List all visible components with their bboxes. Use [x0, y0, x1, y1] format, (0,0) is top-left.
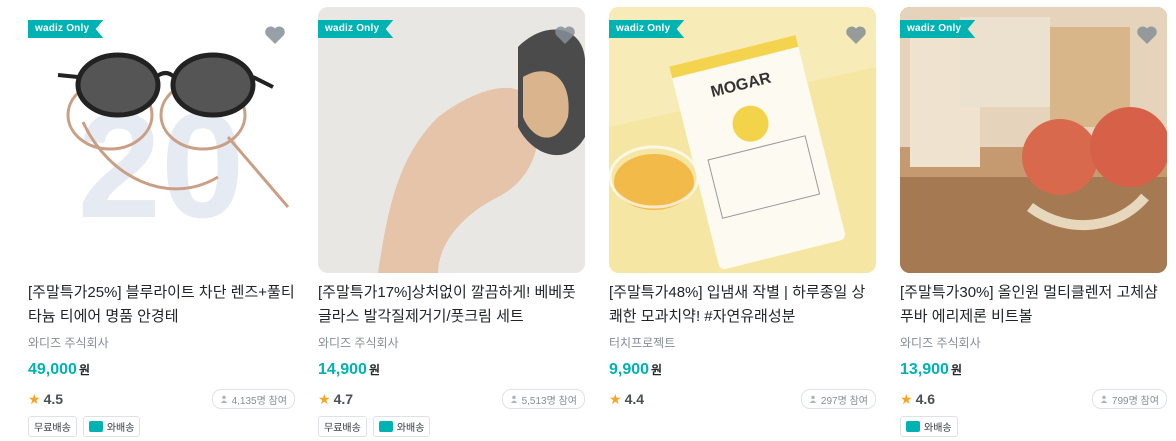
maker-name[interactable]: 와디즈 주식회사: [900, 335, 1167, 351]
currency: 원: [950, 363, 962, 377]
participant-count: 5,513명 참여: [501, 389, 585, 409]
participant-text: 297명 참여: [820, 395, 868, 407]
rating-value: 4.5: [43, 391, 64, 407]
meta-row: ★ 4.5 4,135명 참여: [28, 389, 295, 409]
meta-row: ★ 4.6 799명 참여: [900, 389, 1167, 409]
person-icon: [809, 395, 817, 403]
product-card[interactable]: wadiz Only [주말특가17%]상처없이 깔끔하게! 베베풋 글라스 발…: [318, 7, 585, 437]
participant-count: 799명 참여: [1091, 389, 1167, 409]
tag-list: 무료배송 와배송: [28, 416, 295, 437]
toothpaste-image: MOGAR: [609, 7, 876, 273]
truck-icon: [906, 421, 920, 432]
rating-value: 4.6: [915, 391, 936, 407]
wadiz-only-badge: wadiz Only: [318, 20, 394, 38]
product-image[interactable]: MOGAR wadiz Only: [609, 7, 876, 273]
truck-icon: [88, 421, 103, 432]
star-icon: ★: [609, 390, 622, 407]
participant-count: 297명 참여: [800, 389, 876, 409]
tag-list: 무료배송 와배송: [318, 416, 585, 437]
rating: ★ 4.4: [609, 391, 644, 408]
product-title[interactable]: [주말특가17%]상처없이 깔끔하게! 베베풋 글라스 발각질제거기/풋크림 세…: [318, 281, 585, 329]
product-title[interactable]: [주말특가48%] 입냄새 작별 | 하루종일 상쾌한 모과치약! #자연유래성…: [609, 281, 876, 329]
product-card[interactable]: wadiz Only [주말특가30%] 올인원 멀티클렌저 고체샴푸바 에리제…: [900, 7, 1167, 437]
currency: 원: [368, 363, 380, 377]
person-icon: [510, 395, 517, 403]
maker-name[interactable]: 와디즈 주식회사: [318, 335, 585, 351]
price: 14,900: [318, 361, 367, 378]
tag-label: 와배송: [396, 423, 425, 434]
meta-row: ★ 4.4 297명 참여: [609, 389, 876, 409]
product-title[interactable]: [주말특가25%] 블루라이트 차단 렌즈+풀티타늄 티에어 명품 안경테: [28, 281, 295, 329]
rating-value: 4.7: [333, 391, 354, 407]
person-icon: [1100, 395, 1108, 403]
price: 13,900: [900, 361, 949, 378]
wadiz-only-badge: wadiz Only: [609, 20, 685, 38]
participant-count: 4,135명 참여: [211, 389, 295, 409]
wa-delivery-tag: 와배송: [372, 416, 431, 437]
product-image[interactable]: wadiz Only: [900, 7, 1167, 273]
price-row: 9,900 원: [609, 361, 876, 381]
tag-list: 와배송: [900, 416, 1167, 437]
heart-icon[interactable]: [553, 23, 577, 47]
currency: 원: [651, 363, 663, 377]
participant-text: 4,135명 참여: [231, 395, 287, 407]
product-image[interactable]: 20 wadiz Only: [28, 7, 295, 273]
wa-delivery-tag: 와배송: [900, 416, 958, 437]
price: 49,000: [28, 361, 77, 378]
wadiz-only-badge: wadiz Only: [28, 20, 104, 38]
sunglasses-image: 20: [57, 52, 290, 249]
tag-list: [609, 416, 876, 436]
rating: ★ 4.6: [900, 391, 935, 408]
price: 9,900: [609, 361, 650, 378]
free-shipping-tag: 무료배송: [28, 416, 77, 437]
free-shipping-tag: 무료배송: [318, 416, 367, 437]
tag-label: 와배송: [924, 423, 952, 434]
maker-name[interactable]: 와디즈 주식회사: [28, 335, 295, 351]
participant-text: 5,513명 참여: [521, 395, 577, 407]
star-icon: ★: [900, 390, 913, 407]
price-row: 14,900 원: [318, 361, 585, 381]
wadiz-only-badge: wadiz Only: [900, 20, 976, 38]
foot-file-image: [318, 7, 585, 273]
star-icon: ★: [28, 390, 41, 407]
wa-delivery-tag: 와배송: [82, 416, 141, 437]
heart-icon[interactable]: [844, 23, 868, 47]
star-icon: ★: [318, 390, 331, 407]
tag-label: 와배송: [106, 423, 135, 434]
product-card[interactable]: MOGAR wadiz Only [주말특가48%] 입냄새 작별 | 하루종일…: [609, 7, 876, 437]
truck-icon: [378, 421, 393, 432]
maker-name[interactable]: 터치프로젝트: [609, 335, 876, 351]
product-title[interactable]: [주말특가30%] 올인원 멀티클렌저 고체샴푸바 에리제론 비트볼: [900, 281, 1167, 329]
price-row: 13,900 원: [900, 361, 1167, 381]
product-image[interactable]: wadiz Only: [318, 7, 585, 273]
rating: ★ 4.7: [318, 391, 353, 408]
currency: 원: [78, 363, 90, 377]
product-grid: 20 wadiz Only [주말특가25%] 블루라이트 차단 렌즈+풀티타늄…: [0, 0, 1176, 441]
person-icon: [220, 395, 227, 403]
shampoo-bar-image: [900, 7, 1167, 273]
product-card[interactable]: 20 wadiz Only [주말특가25%] 블루라이트 차단 렌즈+풀티타늄…: [28, 7, 295, 437]
heart-icon[interactable]: [263, 23, 287, 47]
rating: ★ 4.5: [28, 391, 63, 408]
heart-icon[interactable]: [1135, 23, 1159, 47]
rating-value: 4.4: [624, 391, 645, 407]
meta-row: ★ 4.7 5,513명 참여: [318, 389, 585, 409]
participant-text: 799명 참여: [1111, 395, 1159, 407]
price-row: 49,000 원: [28, 361, 295, 381]
